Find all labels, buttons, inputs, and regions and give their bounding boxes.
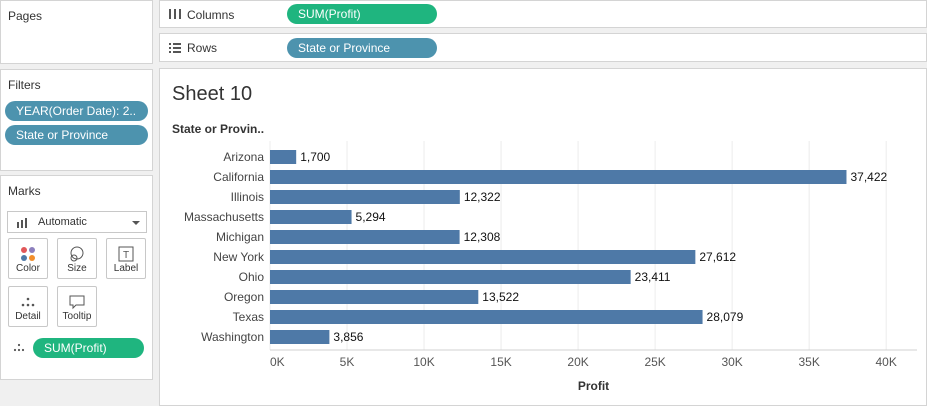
columns-label: Columns [187,8,235,22]
detail-label: Detail [15,311,41,322]
bar-chart-icon [17,218,27,228]
profit-bar-chart: State or Provin.. Arizona 1,700 California 3… [172,122,917,393]
value-label: 5,294 [356,210,386,224]
detail-button[interactable]: Detail [8,286,48,327]
marks-title: Marks [8,184,41,198]
x-tick-label: 35K [798,355,819,369]
marks-card: Marks Automatic Color Size T Label Detai… [0,175,153,380]
sheet-title: Sheet 10 [172,83,253,105]
bar [270,330,330,344]
x-tick-label: 15K [490,355,511,369]
columns-pill[interactable]: SUM(Profit) [287,4,437,24]
value-label: 37,422 [850,170,887,184]
bar [270,150,297,164]
value-label: 12,308 [464,230,501,244]
bar [270,310,703,324]
filter-pill-state[interactable]: State or Province [5,125,148,145]
value-label: 27,612 [699,250,736,264]
label-button[interactable]: T Label [106,238,146,279]
text-label-icon: T [118,246,134,262]
bar [270,290,479,304]
x-tick-label: 25K [644,355,665,369]
rows-shelf: Rows State or Province [159,33,927,62]
color-icon [21,247,35,261]
category-label: California [213,170,264,184]
category-label: Washington [201,330,264,344]
size-button[interactable]: Size [57,238,97,279]
value-label: 3,856 [333,330,363,344]
category-label: Oregon [224,290,264,304]
bar [270,230,460,244]
category-label: New York [213,250,265,264]
tooltip-label: Tooltip [62,311,92,322]
filter-pill-year[interactable]: YEAR(Order Date): 2.. [5,101,148,121]
category-label: Ohio [239,270,265,284]
x-tick-label: 0K [270,355,285,369]
pages-card: Pages [0,0,153,64]
row-header: State or Provin.. [172,122,264,136]
size-label: Size [67,263,87,274]
x-tick-label: 5K [340,355,355,369]
value-label: 13,522 [482,290,519,304]
chevron-down-icon [132,221,140,225]
rows-icon [169,43,181,53]
filters-card: Filters YEAR(Order Date): 2.. State or P… [0,69,153,171]
mark-type-label: Automatic [38,216,87,228]
columns-icon [169,9,181,19]
marks-detail-pill[interactable]: SUM(Profit) [33,338,144,358]
size-icon [70,246,84,262]
x-tick-label: 30K [721,355,742,369]
detail-dots-icon [13,343,25,352]
category-label: Michigan [216,230,264,244]
rows-pill[interactable]: State or Province [287,38,437,58]
filters-title: Filters [8,78,41,92]
bar [270,190,460,204]
pages-title: Pages [8,9,43,23]
bar [270,170,847,184]
category-label: Arizona [223,150,264,164]
label-label: Label [113,263,139,274]
tooltip-button[interactable]: Tooltip [57,286,97,327]
x-tick-label: 20K [567,355,588,369]
category-label: Illinois [231,190,264,204]
tooltip-icon [69,295,85,310]
x-axis-title: Profit [578,379,609,393]
bar [270,250,696,264]
value-label: 28,079 [707,310,744,324]
color-button[interactable]: Color [8,238,48,279]
x-tick-label: 40K [876,355,897,369]
svg-text:T: T [123,250,129,261]
mark-type-dropdown[interactable]: Automatic [7,211,147,233]
value-label: 1,700 [300,150,330,164]
value-label: 23,411 [635,270,671,284]
rows-label: Rows [187,41,218,55]
value-label: 12,322 [464,190,501,204]
category-label: Massachusetts [184,210,264,224]
sheet-view: Sheet 10 State or Provin.. Arizona 1,700 Ca… [159,68,927,406]
columns-shelf: Columns SUM(Profit) [159,0,927,28]
bar [270,270,631,284]
color-label: Color [16,263,40,274]
detail-dots-icon [21,297,35,307]
category-label: Texas [233,310,264,324]
x-tick-label: 10K [413,355,434,369]
bar [270,210,352,224]
